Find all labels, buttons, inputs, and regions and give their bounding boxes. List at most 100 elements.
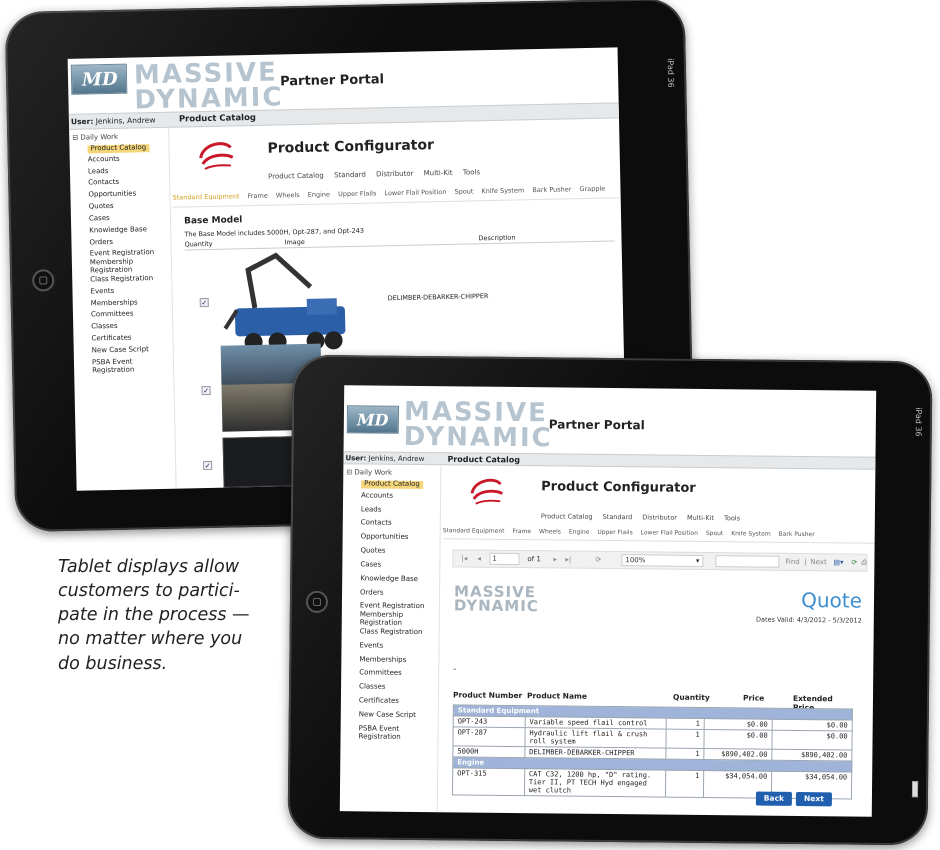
back-button[interactable]: Back <box>755 791 793 806</box>
subtab-engine[interactable]: Engine <box>308 190 330 198</box>
sidebar-item-quotes[interactable]: Quotes <box>360 547 440 557</box>
collapse-icon[interactable]: ⊟ <box>346 468 352 476</box>
sidebar-item-product-catalog[interactable]: Product Catalog <box>361 479 423 489</box>
sidebar-item-leads[interactable]: Leads <box>88 166 170 176</box>
sidebar-item-committees[interactable]: Committees <box>359 669 439 679</box>
sidebar-item-committees[interactable]: Committees <box>91 310 173 320</box>
subtab-bark-pusher[interactable]: Bark Pusher <box>779 531 815 538</box>
sidebar-item-contacts[interactable]: Contacts <box>88 178 170 188</box>
include-checkbox[interactable]: ✓ <box>201 385 211 396</box>
sidebar-item-class-registration[interactable]: Class Registration <box>90 274 172 285</box>
tab-product-catalog[interactable]: Product Catalog <box>541 512 593 521</box>
sidebar-item-opportunities[interactable]: Opportunities <box>88 190 170 200</box>
sidebar-item-class-registration[interactable]: Class Registration <box>360 627 440 637</box>
find-input[interactable] <box>715 555 780 568</box>
sidebar-item-new-case-script[interactable]: New Case Script <box>359 710 439 720</box>
next-button[interactable]: Next <box>795 791 832 807</box>
export-icon[interactable]: ▤▾ <box>833 554 843 570</box>
report-toolbar: |◂ ◂ 1 of 1 ▸ ▸| ⟳ 100% ▾ Find | Next ▤▾ … <box>452 549 868 572</box>
portal-title: Partner Portal <box>279 72 385 90</box>
include-checkbox[interactable]: ✓ <box>203 460 213 471</box>
subtab-frame[interactable]: Frame <box>512 528 531 535</box>
sidebar-item-membership-registration[interactable]: Membership Registration <box>360 611 440 628</box>
subtab-wheels[interactable]: Wheels <box>539 528 561 535</box>
subtab-knife-system[interactable]: Knife System <box>481 186 524 195</box>
sidebar-item-psba-event-registration[interactable]: PSBA Event Registration <box>92 357 174 374</box>
sidebar-item-classes[interactable]: Classes <box>91 322 173 332</box>
find-link[interactable]: Find <box>785 554 800 570</box>
front-screen: MD MASSIVE DYNAMIC Partner Portal User: J… <box>339 385 877 817</box>
sidebar-item-events[interactable]: Events <box>359 641 439 651</box>
tab-distributor[interactable]: Distributor <box>376 170 414 179</box>
subtab-standard-equipment[interactable]: Standard Equipment <box>172 192 239 201</box>
collapse-icon[interactable]: ⊟ <box>72 134 78 142</box>
next-link[interactable]: Next <box>810 554 826 570</box>
zoom-select[interactable]: 100% ▾ <box>621 554 704 567</box>
page-count: of 1 <box>527 555 541 564</box>
subtab-knife-system[interactable]: Knife System <box>731 530 771 537</box>
print-icon[interactable]: ⎙ <box>861 555 867 571</box>
subtab-spout[interactable]: Spout <box>454 187 473 195</box>
subtab-wheels[interactable]: Wheels <box>276 191 300 199</box>
tab-standard[interactable]: Standard <box>334 171 366 180</box>
sidebar-item-orders[interactable]: Orders <box>360 588 440 598</box>
tab-tools[interactable]: Tools <box>724 514 740 522</box>
subtab-frame[interactable]: Frame <box>247 192 267 200</box>
dash-text: - <box>453 664 457 674</box>
brand-logo: MASSIVE DYNAMIC <box>403 396 553 454</box>
subtab-lower-flail-position[interactable]: Lower Flail Position <box>641 529 698 537</box>
sidebar-item-new-case-script[interactable]: New Case Script <box>92 345 174 356</box>
sidebar-item-memberships[interactable]: Memberships <box>359 655 439 665</box>
tab-distributor[interactable]: Distributor <box>642 513 677 521</box>
sidebar-root[interactable]: ⊟ Daily Work <box>346 468 392 476</box>
last-page-icon[interactable]: ▸| <box>565 552 571 568</box>
sidebar-item-accounts[interactable]: Accounts <box>361 491 441 501</box>
sidebar-item-cases[interactable]: Cases <box>89 214 171 224</box>
sidebar-item-events[interactable]: Events <box>90 286 172 296</box>
sidebar-item-quotes[interactable]: Quotes <box>89 202 171 212</box>
sidebar-item-certificates[interactable]: Certificates <box>91 334 173 344</box>
subtab-standard-equipment[interactable]: Standard Equipment <box>443 527 505 535</box>
sidebar-item-contacts[interactable]: Contacts <box>361 519 441 529</box>
sidebar-item-knowledge-base[interactable]: Knowledge Base <box>89 225 171 236</box>
caption-line: pate in the process — <box>58 605 250 626</box>
page-input[interactable]: 1 <box>489 552 520 566</box>
include-checkbox[interactable]: ✓ <box>199 297 209 308</box>
tab-tools[interactable]: Tools <box>463 168 480 176</box>
first-page-icon[interactable]: |◂ <box>461 550 467 566</box>
sidebar-item-membership-registration[interactable]: Membership Registration <box>90 258 172 275</box>
sidebar-item-memberships[interactable]: Memberships <box>91 298 173 308</box>
user-name: Jenkins, Andrew <box>95 115 156 126</box>
refresh-report-icon[interactable]: ⟳ <box>851 555 857 571</box>
subtab-spout[interactable]: Spout <box>706 530 724 537</box>
sidebar-item-product-catalog[interactable]: Product Catalog <box>87 143 150 154</box>
sidebar-item-psba-event-registration[interactable]: PSBA Event Registration <box>359 724 439 741</box>
tab-product-catalog[interactable]: Product Catalog <box>268 172 324 181</box>
tab-standard[interactable]: Standard <box>603 513 633 521</box>
subtab-grapple[interactable]: Grapple <box>579 185 605 194</box>
sidebar-root[interactable]: ⊟ Daily Work <box>72 133 118 142</box>
subtab-bark-pusher[interactable]: Bark Pusher <box>532 185 571 194</box>
sidebar-item-certificates[interactable]: Certificates <box>359 696 439 706</box>
subtab-engine[interactable]: Engine <box>569 529 590 536</box>
prev-page-icon[interactable]: ◂ <box>477 551 481 567</box>
home-button[interactable] <box>305 590 329 614</box>
subtab-lower-flail-position[interactable]: Lower Flail Position <box>384 188 446 197</box>
sidebar-item-opportunities[interactable]: Opportunities <box>361 533 441 543</box>
tab-multi-kit[interactable]: Multi-Kit <box>687 514 714 522</box>
next-page-icon[interactable]: ▸ <box>553 551 557 567</box>
configurator-title: Product Configurator <box>267 137 435 157</box>
subtab-upper-flails[interactable]: Upper Flails <box>338 189 376 198</box>
sidebar-item-classes[interactable]: Classes <box>359 683 439 693</box>
sidebar-item-orders[interactable]: Orders <box>89 237 171 247</box>
subtab-upper-flails[interactable]: Upper Flails <box>597 529 632 536</box>
base-model-description: The Base Model includes 5000H, Opt-287, … <box>184 226 365 239</box>
sidebar-item-cases[interactable]: Cases <box>360 560 440 570</box>
sidebar-item-leads[interactable]: Leads <box>361 505 441 515</box>
tab-multi-kit[interactable]: Multi-Kit <box>424 169 453 178</box>
quote-table: Standard Equipment OPT-243 Variable spee… <box>452 704 853 800</box>
refresh-icon[interactable]: ⟳ <box>595 552 601 568</box>
sidebar-item-accounts[interactable]: Accounts <box>88 155 170 165</box>
configurator-logo-icon <box>470 478 504 505</box>
sidebar-item-knowledge-base[interactable]: Knowledge Base <box>360 574 440 584</box>
